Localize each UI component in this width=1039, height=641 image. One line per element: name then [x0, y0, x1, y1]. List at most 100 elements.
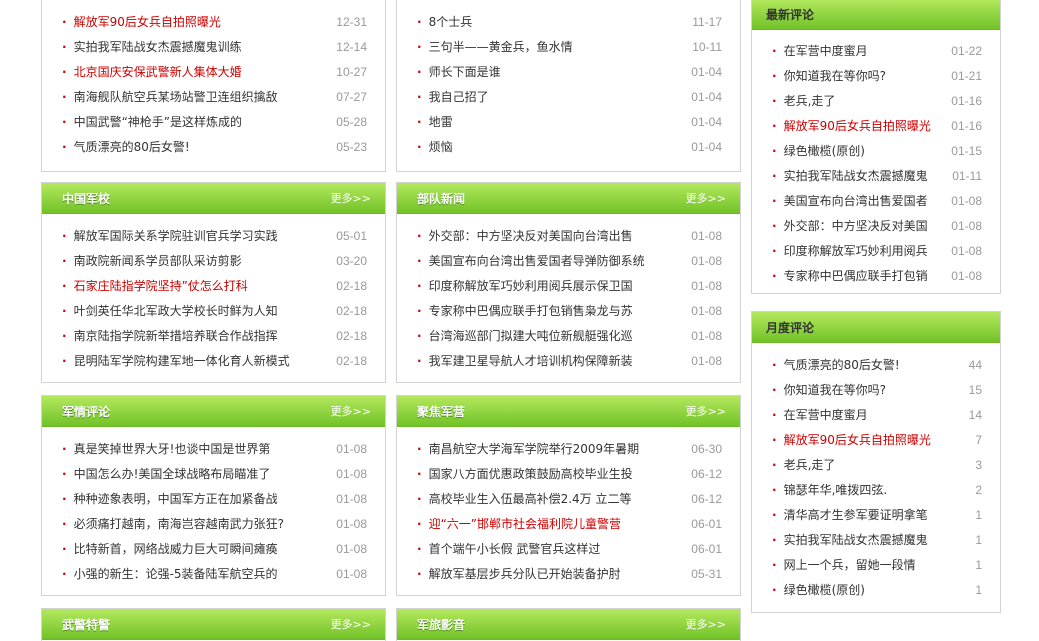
more-link[interactable]: 更多>> — [686, 616, 726, 632]
news-title-link[interactable]: 小强的新生：论强-5装备陆军航空兵的 — [62, 562, 278, 587]
more-link[interactable]: 更多>> — [686, 403, 726, 419]
news-title-link[interactable]: 必须痛打越南，南海岂容越南武力张狂? — [62, 512, 284, 537]
news-title-link[interactable]: 种种迹象表明，中国军方正在加紧备战 — [62, 487, 278, 512]
news-title-link[interactable]: 印度称解放军巧妙利用阅兵 — [772, 239, 928, 264]
news-date: 1 — [975, 583, 982, 597]
news-title-link[interactable]: 中国怎么办!美国全球战略布局瞄准了 — [62, 462, 271, 487]
news-item: 外交部：中方坚决反对美国 01-08 — [752, 214, 1000, 239]
news-title-link[interactable]: 气质漂亮的80后女警! — [62, 135, 190, 160]
panel-header: 部队新闻 更多>> — [397, 183, 740, 214]
news-title-link[interactable]: 我军建卫星导航人才培训机构保障新装 — [417, 349, 633, 374]
news-item: 叶剑英任华北军政大学校长时鲜为人知 02-18 — [42, 299, 385, 324]
news-title-link[interactable]: 解放军国际关系学院驻训官兵学习实践 — [62, 224, 278, 249]
news-item: 解放军90后女兵自拍照曝光 12-31 — [42, 10, 385, 35]
more-link[interactable]: 更多>> — [331, 403, 371, 419]
panel-header: 中国军校 更多>> — [42, 183, 385, 214]
news-title-link[interactable]: 气质漂亮的80后女警! — [772, 353, 900, 378]
news-title-link[interactable]: 你知道我在等你吗? — [772, 378, 886, 403]
news-title-link[interactable]: 高校毕业生入伍最高补偿2.4万 立二等 — [417, 487, 632, 512]
news-title-link[interactable]: 国家八方面优惠政策鼓励高校毕业生投 — [417, 462, 633, 487]
news-item: 南昌航空大学海军学院举行2009年暑期 06-30 — [397, 437, 740, 462]
news-title-link[interactable]: 网上一个兵，留她一段情 — [772, 553, 916, 578]
news-title-link[interactable]: 美国宣布向台湾出售爱国者 — [772, 189, 928, 214]
news-title-link[interactable]: 烦恼 — [417, 135, 453, 160]
news-item: 网上一个兵，留她一段情 1 — [752, 553, 1000, 578]
news-title-link[interactable]: 在军营中度蜜月 — [772, 39, 868, 64]
news-title-link[interactable]: 8个士兵 — [417, 10, 473, 35]
news-title-link[interactable]: 老兵,走了 — [772, 89, 836, 114]
more-link[interactable]: 更多>> — [331, 190, 371, 206]
news-title-link[interactable]: 南京陆指学院新举措培养联合作战指挥 — [62, 324, 278, 349]
news-date: 1 — [975, 533, 982, 547]
more-link[interactable]: 更多>> — [686, 190, 726, 206]
news-title-link[interactable]: 实拍我军陆战女杰震撼魔鬼 — [772, 164, 928, 189]
news-date: 01-08 — [951, 194, 982, 208]
news-date: 07-27 — [336, 90, 367, 104]
news-title-link[interactable]: 绿色橄榄(原创) — [772, 578, 865, 603]
news-item: 高校毕业生入伍最高补偿2.4万 立二等 06-12 — [397, 487, 740, 512]
news-panel-col2-top: 8个士兵11-17三句半——黄金兵，鱼水情10-11师长下面是谁01-04我自己… — [396, 0, 741, 172]
news-title-link[interactable]: 我自己招了 — [417, 85, 489, 110]
news-date: 11-17 — [692, 15, 722, 29]
news-title-link[interactable]: 台湾海巡部门拟建大吨位新舰艇强化巡 — [417, 324, 633, 349]
news-title-link[interactable]: 印度称解放军巧妙利用阅兵展示保卫国 — [417, 274, 633, 299]
news-date: 05-31 — [691, 567, 722, 581]
news-item: 专家称中巴偶应联手打包销 01-08 — [752, 264, 1000, 289]
news-title-link[interactable]: 解放军90后女兵自拍照曝光 — [772, 114, 931, 139]
panel-military-commentary: 军情评论 更多>> 真是笑掉世界大牙!也谈中国是世界第 01-08 中国怎么办!美国… — [41, 395, 386, 596]
more-link[interactable]: 更多>> — [331, 616, 371, 632]
news-title-link[interactable]: 三句半——黄金兵，鱼水情 — [417, 35, 573, 60]
news-title-link[interactable]: 石家庄陆指学院坚持”仗怎么打科 — [62, 274, 248, 299]
news-item: 美国宣布向台湾出售爱国者 01-08 — [752, 189, 1000, 214]
news-item: 南政院新闻系学员部队采访剪影 03-20 — [42, 249, 385, 274]
news-title-link[interactable]: 在军营中度蜜月 — [772, 403, 868, 428]
news-item: 绿色橄榄(原创) 1 — [752, 578, 1000, 603]
news-list: 解放军90后女兵自拍照曝光 12-31 实拍我军陆战女杰震撼魔鬼训练 12-14 北京国… — [42, 0, 385, 160]
news-title-link[interactable]: 比特新首，网络战威力巨大可瞬间瘫痪 — [62, 537, 278, 562]
news-title-link[interactable]: 中国武警“神枪手”是这样炼成的 — [62, 110, 242, 135]
news-date: 12-31 — [336, 15, 367, 29]
news-title-link[interactable]: 迎“六一”邯郸市社会福利院儿童警营 — [417, 512, 621, 537]
panel-troop-news: 部队新闻 更多>> 外交部：中方坚决反对美国向台湾出售 01-08 美国宣布向台湾出… — [396, 182, 741, 383]
news-title-link[interactable]: 实拍我军陆战女杰震撼魔鬼 — [772, 528, 928, 553]
news-date: 01-08 — [691, 229, 722, 243]
news-date: 06-12 — [691, 467, 722, 481]
news-title-link[interactable]: 美国宣布向台湾出售爱国者导弹防御系统 — [417, 249, 645, 274]
news-date: 1 — [975, 508, 982, 522]
news-title-link[interactable]: 专家称中巴偶应联手打包销 — [772, 264, 928, 289]
news-title-link[interactable]: 南海舰队航空兵某场站警卫连组织擒敌 — [62, 85, 278, 110]
news-title-link[interactable]: 解放军基层步兵分队已开始装备护肘 — [417, 562, 621, 587]
news-item: 种种迹象表明，中国军方正在加紧备战 01-08 — [42, 487, 385, 512]
news-title-link[interactable]: 清华高才生参军要证明拿笔 — [772, 503, 928, 528]
news-title-link[interactable]: 老兵,走了 — [772, 453, 836, 478]
news-title-link[interactable]: 真是笑掉世界大牙!也谈中国是世界第 — [62, 437, 271, 462]
news-title-link[interactable]: 南政院新闻系学员部队采访剪影 — [62, 249, 242, 274]
news-item: 我军建卫星导航人才培训机构保障新装 01-08 — [397, 349, 740, 374]
news-title-link[interactable]: 解放军90后女兵自拍照曝光 — [62, 10, 221, 35]
news-date: 01-08 — [691, 329, 722, 343]
news-panel-col1-top: 解放军90后女兵自拍照曝光 12-31 实拍我军陆战女杰震撼魔鬼训练 12-14 北京国… — [41, 0, 386, 172]
news-title-link[interactable]: 叶剑英任华北军政大学校长时鲜为人知 — [62, 299, 278, 324]
news-title-link[interactable]: 专家称中巴偶应联手打包销售枭龙与苏 — [417, 299, 633, 324]
news-title-link[interactable]: 你知道我在等你吗? — [772, 64, 886, 89]
news-title-link[interactable]: 实拍我军陆战女杰震撼魔鬼训练 — [62, 35, 242, 60]
news-title-link[interactable]: 地雷 — [417, 110, 453, 135]
news-date: 06-12 — [691, 492, 722, 506]
news-title-link[interactable]: 外交部：中方坚决反对美国向台湾出售 — [417, 224, 633, 249]
news-title-link[interactable]: 锦瑟年华,唯拨四弦. — [772, 478, 888, 503]
news-title-link[interactable]: 解放军90后女兵自拍照曝光 — [772, 428, 931, 453]
panel-header: 军情评论 更多>> — [42, 396, 385, 427]
news-title-link[interactable]: 北京国庆安保武警新人集体大婚 — [62, 60, 242, 85]
news-title-link[interactable]: 师长下面是谁 — [417, 60, 501, 85]
news-title-link[interactable]: 南昌航空大学海军学院举行2009年暑期 — [417, 437, 640, 462]
news-item: 实拍我军陆战女杰震撼魔鬼训练 12-14 — [42, 35, 385, 60]
news-item: 首个端午小长假 武警官兵这样过 06-01 — [397, 537, 740, 562]
news-date: 01-08 — [336, 567, 367, 581]
news-item: 印度称解放军巧妙利用阅兵 01-08 — [752, 239, 1000, 264]
news-title-link[interactable]: 首个端午小长假 武警官兵这样过 — [417, 537, 601, 562]
news-date: 01-08 — [951, 269, 982, 283]
news-date: 01-08 — [336, 442, 367, 456]
news-title-link[interactable]: 外交部：中方坚决反对美国 — [772, 214, 928, 239]
news-title-link[interactable]: 昆明陆军学院构建军地一体化育人新模式 — [62, 349, 290, 374]
news-title-link[interactable]: 绿色橄榄(原创) — [772, 139, 865, 164]
